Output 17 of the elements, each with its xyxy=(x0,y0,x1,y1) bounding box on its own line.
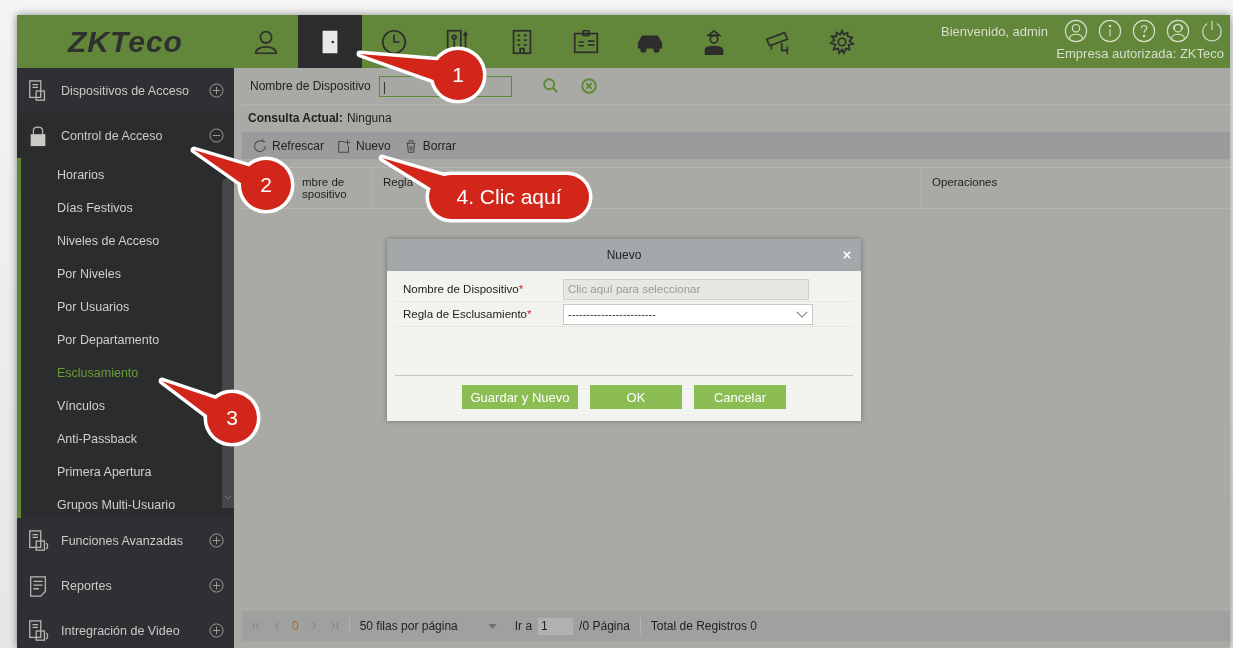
query-value: Ninguna xyxy=(346,111,392,125)
callout-number: 1 xyxy=(452,63,464,87)
query-label: Consulta Actual: xyxy=(248,111,343,125)
current-page: 0 xyxy=(292,619,299,633)
page-count: /0 Página xyxy=(579,619,630,633)
goto-label: Ir a xyxy=(514,619,533,633)
field-label: Nombre de Dispositivo* xyxy=(403,283,525,295)
company-text: Empresa autorizada: ZKTeco xyxy=(1056,46,1224,61)
dialog-title: Nuevo xyxy=(606,248,642,262)
search-label: Nombre de Dispositivo xyxy=(250,79,371,93)
field-label: Regla de Esclusamiento* xyxy=(403,308,533,320)
callout-number: 4. Clic aquí xyxy=(456,185,562,209)
welcome-text: Bienvenido, admin xyxy=(941,23,1048,39)
callout-number: 3 xyxy=(226,406,238,430)
logo: ZKTeco xyxy=(66,23,184,60)
total-records: Total de Registros 0 xyxy=(650,619,757,633)
column-header: Operaciones xyxy=(931,175,999,190)
